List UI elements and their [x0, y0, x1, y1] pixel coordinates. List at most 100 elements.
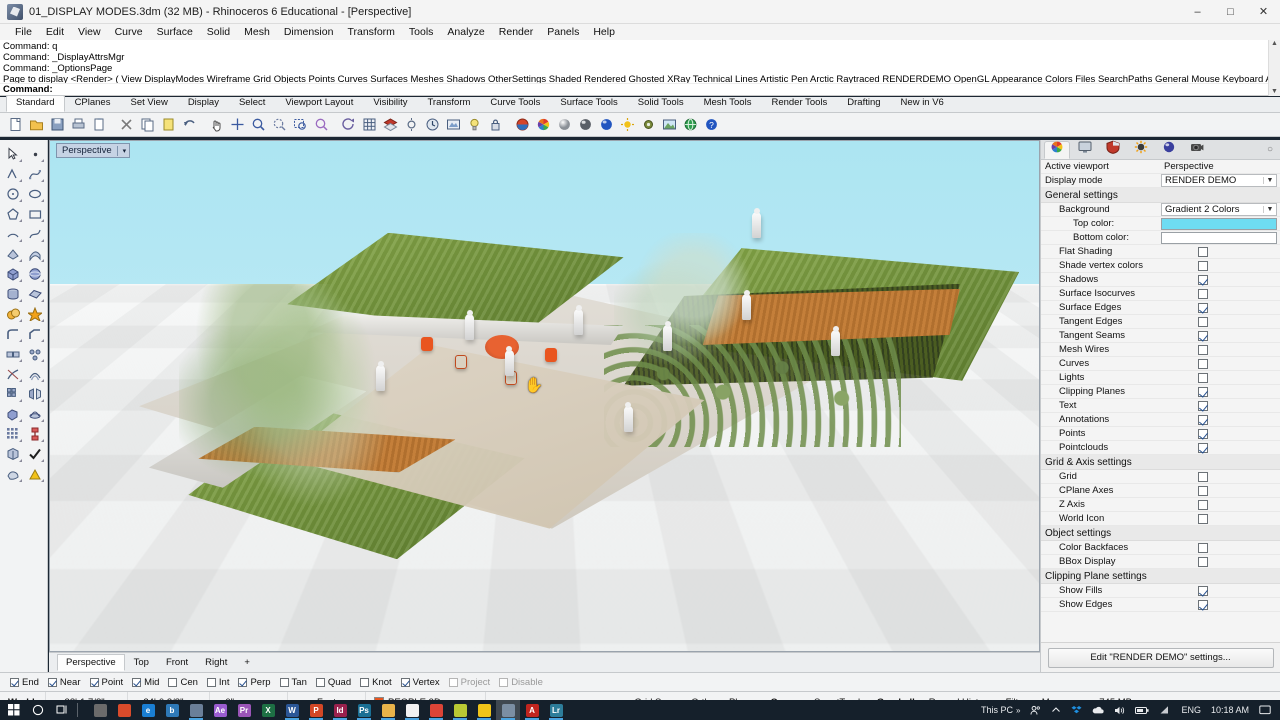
osnap-quad[interactable]: Quad	[315, 677, 351, 688]
add-viewport-tab-icon[interactable]: +	[236, 655, 258, 670]
osnap-checkbox[interactable]	[238, 677, 248, 687]
pan-hand-icon[interactable]	[207, 115, 226, 134]
sphere-icon[interactable]	[24, 264, 46, 284]
autodesk-icon[interactable]	[112, 700, 136, 720]
property-checkbox[interactable]	[1198, 428, 1208, 439]
after-effects-icon[interactable]: Ae	[208, 700, 232, 720]
osnap-checkbox[interactable]	[448, 677, 458, 687]
property-checkbox[interactable]	[1198, 246, 1208, 257]
property-checkbox[interactable]	[1198, 485, 1208, 496]
property-row-show-edges[interactable]: Show Edges	[1041, 598, 1280, 612]
menu-surface[interactable]: Surface	[150, 24, 200, 40]
toolbar-tab-curve-tools[interactable]: Curve Tools	[480, 95, 550, 112]
color-swatch[interactable]	[1161, 231, 1277, 244]
array-grid-icon[interactable]	[2, 424, 24, 444]
move-icon[interactable]	[228, 115, 247, 134]
menu-analyze[interactable]: Analyze	[440, 24, 491, 40]
mirror-icon[interactable]	[24, 384, 46, 404]
tray-overflow-icon[interactable]: »	[1016, 706, 1020, 715]
property-row-z-axis[interactable]: Z Axis	[1041, 498, 1280, 512]
panel-tab-display-properties[interactable]	[1044, 140, 1070, 159]
property-row-flat-shading[interactable]: Flat Shading	[1041, 245, 1280, 259]
circle-icon[interactable]	[2, 184, 24, 204]
panel-tab-overflow-icon[interactable]: ○	[1263, 144, 1277, 155]
lightroom-icon[interactable]: Lr	[544, 700, 568, 720]
viewport-tab-perspective[interactable]: Perspective	[57, 654, 125, 671]
menu-file[interactable]: File	[8, 24, 39, 40]
acrobat-icon[interactable]: A	[520, 700, 544, 720]
zoom-window-icon[interactable]	[270, 115, 289, 134]
perspective-viewport[interactable]: ✋ Perspective ▾	[49, 140, 1040, 652]
property-row-pointclouds[interactable]: Pointclouds	[1041, 441, 1280, 455]
file-explorer-dark-icon[interactable]	[88, 700, 112, 720]
osnap-knot[interactable]: Knot	[360, 677, 392, 688]
property-checkbox[interactable]	[1198, 288, 1208, 299]
photoshop-icon[interactable]: Ps	[352, 700, 376, 720]
menu-dimension[interactable]: Dimension	[277, 24, 341, 40]
rhino-icon[interactable]	[184, 700, 208, 720]
toolbar-tab-transform[interactable]: Transform	[417, 95, 480, 112]
copy-icon[interactable]	[138, 115, 157, 134]
globe-icon[interactable]	[681, 115, 700, 134]
property-checkbox[interactable]	[1198, 400, 1208, 411]
help-icon[interactable]: ?	[702, 115, 721, 134]
command-input[interactable]	[54, 84, 1268, 95]
osnap-point[interactable]: Point	[89, 677, 123, 688]
osnap-project[interactable]: Project	[448, 677, 490, 688]
cylinder-icon[interactable]	[2, 284, 24, 304]
save-icon[interactable]	[48, 115, 67, 134]
folder-icon[interactable]	[376, 700, 400, 720]
property-checkbox[interactable]	[1198, 260, 1208, 271]
toolbar-tab-render-tools[interactable]: Render Tools	[761, 95, 837, 112]
osnap-checkbox[interactable]	[360, 677, 370, 687]
osnap-perp[interactable]: Perp	[238, 677, 271, 688]
property-row-bottom-color[interactable]: Bottom color:	[1041, 231, 1280, 245]
background-icon[interactable]	[660, 115, 679, 134]
property-checkbox[interactable]	[1198, 585, 1208, 596]
maximize-button[interactable]: □	[1214, 0, 1247, 24]
scroll-up-icon[interactable]: ▲	[1271, 40, 1278, 48]
polygon-icon[interactable]	[2, 204, 24, 224]
osnap-checkbox[interactable]	[499, 677, 509, 687]
property-row-background[interactable]: Background Gradient 2 Colors ▼	[1041, 203, 1280, 217]
sun-icon[interactable]	[618, 115, 637, 134]
join-icon[interactable]	[2, 344, 24, 364]
mail-icon[interactable]	[400, 700, 424, 720]
osnap-checkbox[interactable]	[47, 677, 57, 687]
network-icon[interactable]	[1154, 700, 1176, 720]
panel-tab-viewport-properties[interactable]	[1072, 141, 1098, 159]
osnap-near[interactable]: Near	[47, 677, 81, 688]
osnap-checkbox[interactable]	[89, 677, 99, 687]
surface-from-curves-icon[interactable]	[2, 244, 24, 264]
menu-render[interactable]: Render	[492, 24, 540, 40]
gear-icon[interactable]	[639, 115, 658, 134]
osnap-checkbox[interactable]	[279, 677, 289, 687]
rotate-view-icon[interactable]	[339, 115, 358, 134]
property-checkbox[interactable]	[1198, 542, 1208, 553]
split-icon[interactable]	[24, 344, 46, 364]
zoom-selected-icon[interactable]	[312, 115, 331, 134]
search-circle-icon[interactable]	[26, 700, 50, 720]
toolbar-tab-new-in-v6[interactable]: New in V6	[891, 95, 954, 112]
menu-solid[interactable]: Solid	[200, 24, 237, 40]
command-history[interactable]: Command: q Command: _DisplayAttrsMgr Comma…	[0, 40, 1268, 86]
close-button[interactable]: ✕	[1247, 0, 1280, 24]
fillet-edge-icon[interactable]	[2, 324, 24, 344]
property-checkbox[interactable]	[1198, 330, 1208, 341]
property-checkbox[interactable]	[1198, 599, 1208, 610]
property-row-grid[interactable]: Grid	[1041, 470, 1280, 484]
grid-snap-icon[interactable]	[360, 115, 379, 134]
copy-to-clipboard-icon[interactable]	[90, 115, 109, 134]
zoom-in-icon[interactable]	[249, 115, 268, 134]
notification-icon[interactable]	[1254, 700, 1276, 720]
property-checkbox[interactable]	[1198, 274, 1208, 285]
menu-edit[interactable]: Edit	[39, 24, 71, 40]
viewport-tab-front[interactable]: Front	[158, 655, 196, 670]
viewport-tab-top[interactable]: Top	[126, 655, 157, 670]
panel-tab-materials[interactable]	[1156, 141, 1182, 159]
powerpoint-icon[interactable]: P	[304, 700, 328, 720]
command-scrollbar[interactable]: ▲ ▼	[1268, 40, 1280, 96]
chevron-down-icon[interactable]: ▾	[123, 147, 127, 155]
chevron-down-icon[interactable]: ▼	[1263, 206, 1276, 213]
arc-icon[interactable]	[2, 224, 24, 244]
